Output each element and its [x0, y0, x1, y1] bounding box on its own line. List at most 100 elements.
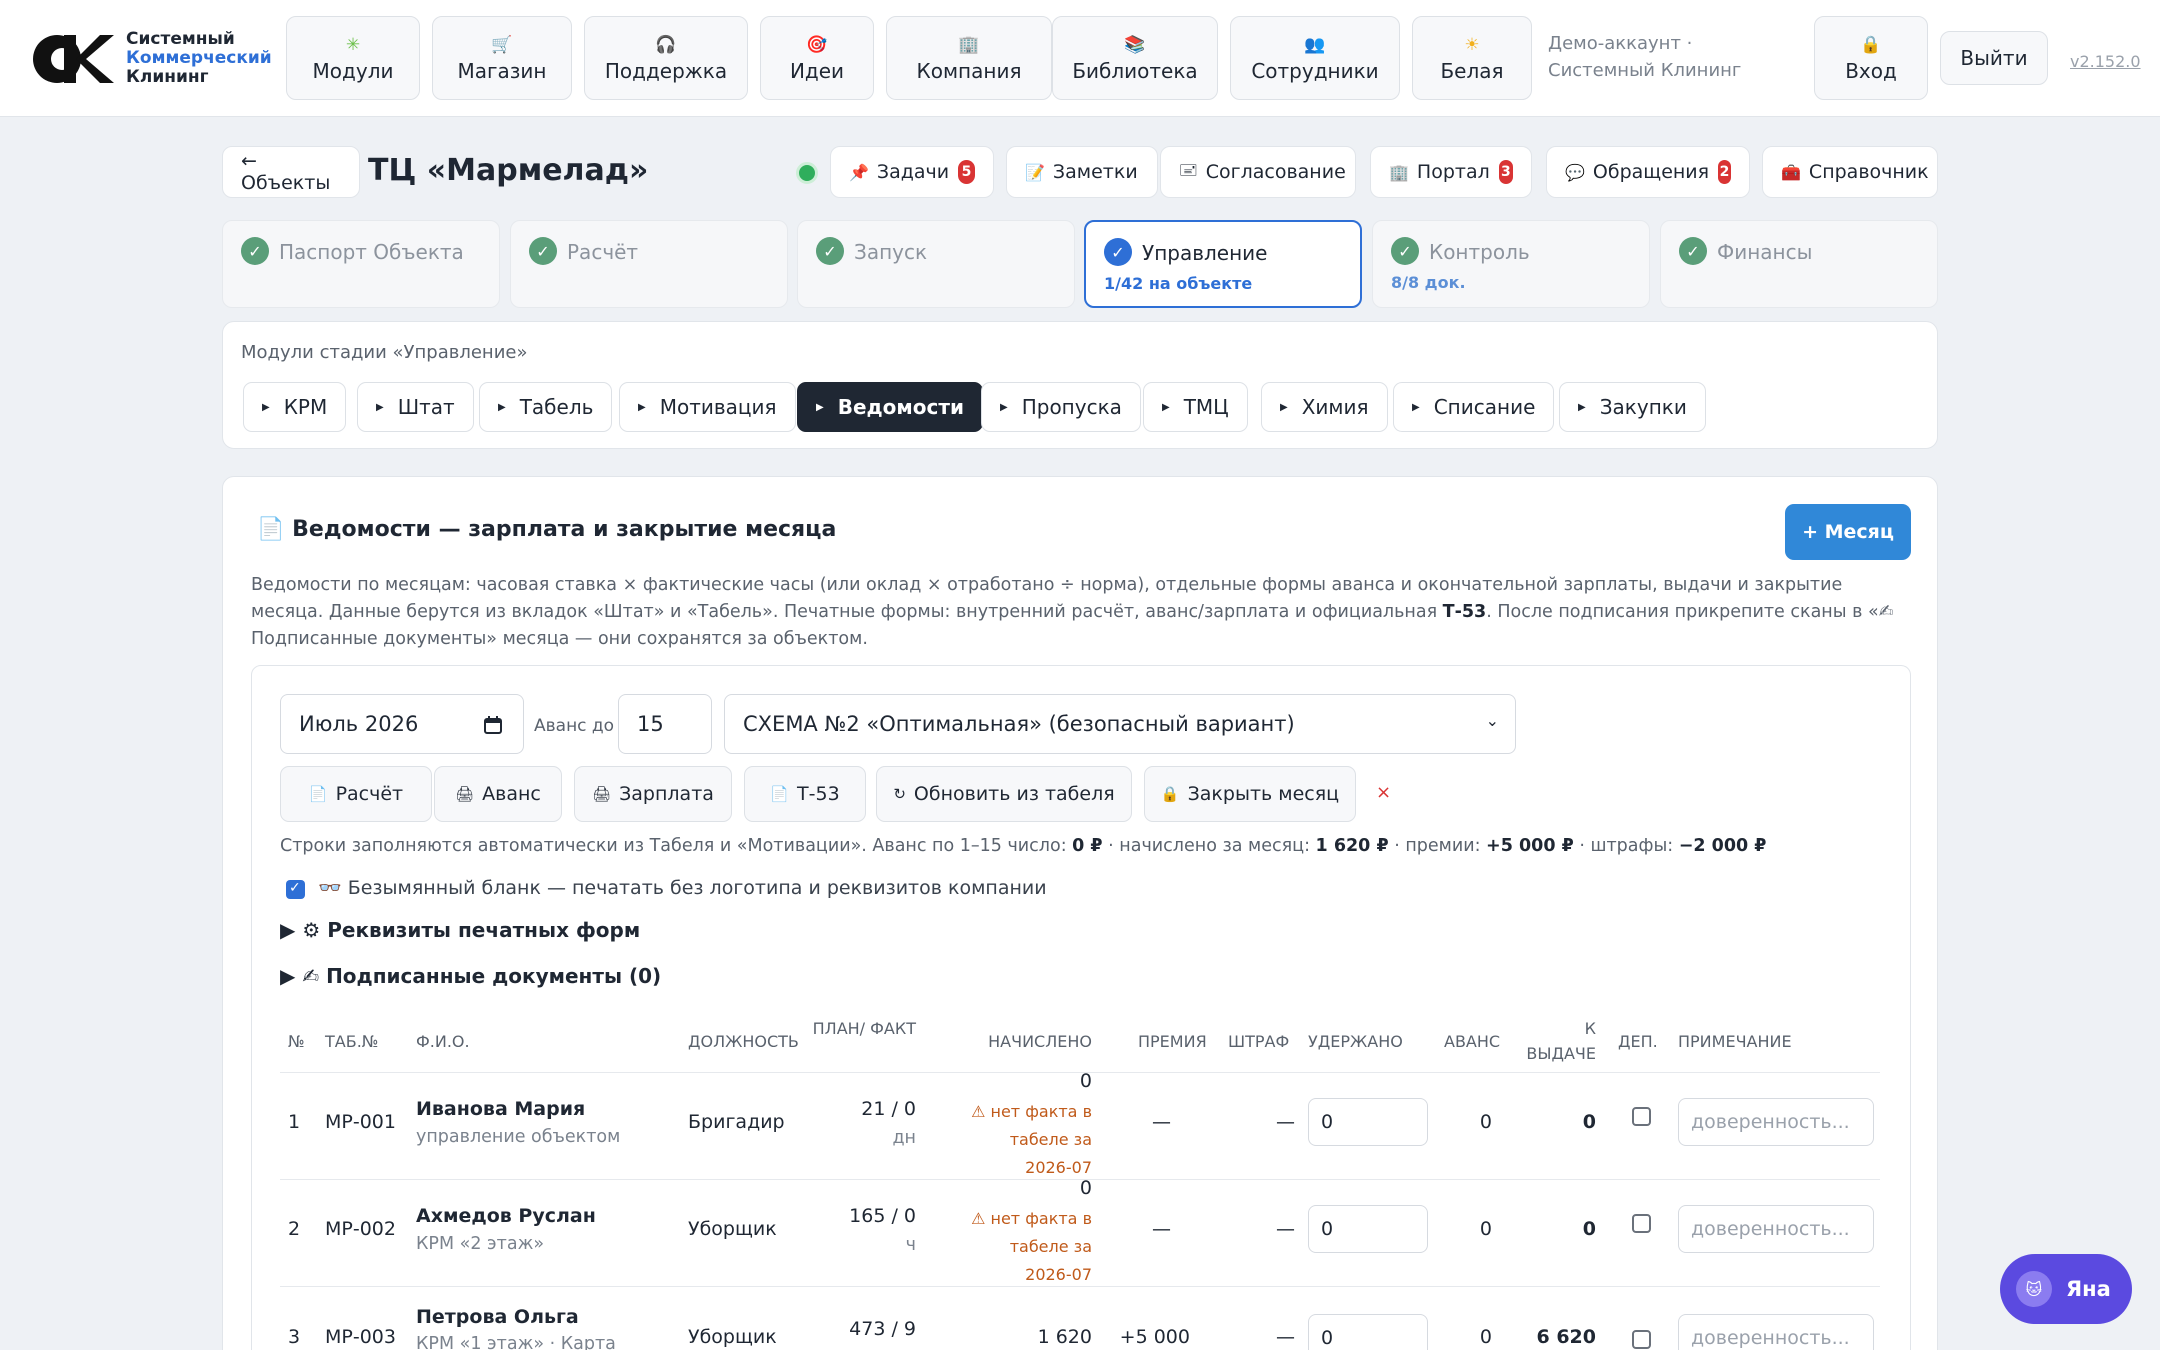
approval-button[interactable]: 🖃 Согласование: [1160, 146, 1356, 198]
withheld-input[interactable]: 0: [1308, 1205, 1428, 1253]
nav-company[interactable]: 🏢 Компания: [886, 16, 1052, 100]
logout-button[interactable]: Выйти: [1940, 31, 2048, 85]
assistant-label: Яна: [2066, 1277, 2111, 1301]
triangle-icon: ▶: [262, 401, 270, 413]
stage-launch[interactable]: ✓ Запуск: [797, 220, 1075, 308]
row-warning: ⚠ нет факта в табеле за 2026-07: [912, 1098, 1092, 1182]
payroll-title: 📄 Ведомости — зарплата и закрытие месяца: [257, 517, 836, 542]
scheme-select[interactable]: СХЕМА №2 «Оптимальная» (безопасный вариа…: [724, 694, 1516, 754]
company-logo[interactable]: Системный Коммерческий Клининг: [30, 30, 272, 87]
row-tab: МР-002: [325, 1218, 396, 1240]
module-motivation[interactable]: ▶ Мотивация: [619, 382, 796, 432]
module-label: Ведомости: [837, 395, 964, 419]
blank-form-checkbox[interactable]: [286, 880, 305, 899]
stamp-icon: 🖃: [1179, 159, 1198, 179]
notes-button[interactable]: 📝 Заметки: [1006, 146, 1158, 198]
note-input[interactable]: доверенность...: [1678, 1205, 1874, 1253]
module-chemistry[interactable]: ▶ Химия: [1261, 382, 1388, 432]
payroll-summary: Строки заполняются автоматически из Табе…: [280, 836, 1766, 856]
module-tmc[interactable]: ▶ ТМЦ: [1143, 382, 1248, 432]
module-timesheet[interactable]: ▶ Табель: [479, 382, 613, 432]
summary-mid3: · штрафы:: [1573, 836, 1679, 856]
module-staff[interactable]: ▶ Штат: [357, 382, 474, 432]
row-avans: 0: [1479, 1326, 1492, 1348]
note-input[interactable]: доверенность...: [1678, 1314, 1874, 1350]
theme-toggle[interactable]: ☀ Белая: [1412, 16, 1532, 100]
stage-management-label: Управление: [1142, 241, 1268, 265]
requests-button[interactable]: 💬 Обращения 2: [1546, 146, 1750, 198]
withheld-input[interactable]: 0: [1308, 1314, 1428, 1350]
deposit-checkbox[interactable]: [1632, 1330, 1651, 1349]
calc-print-button[interactable]: 📄 Расчёт: [280, 766, 432, 822]
nav-ideas-label: Идеи: [789, 58, 845, 83]
stage-control-label: Контроль: [1429, 240, 1530, 264]
portal-button[interactable]: 🏢 Портал 3: [1370, 146, 1532, 198]
row-accrued: 0: [1079, 1070, 1092, 1092]
nav-employees[interactable]: 👥 Сотрудники: [1230, 16, 1400, 100]
row-num: 1: [288, 1111, 301, 1133]
row-payout: 0: [1582, 1111, 1596, 1133]
reference-button[interactable]: 🧰 Справочник: [1762, 146, 1938, 198]
stage-management[interactable]: ✓ Управление 1/42 на объекте: [1084, 220, 1362, 308]
payroll-title-text: Ведомости — зарплата и закрытие месяца: [292, 517, 837, 542]
add-month-button[interactable]: + Месяц: [1785, 504, 1911, 560]
blank-form-label: 👓 Безымянный бланк — печатать без логоти…: [318, 877, 1047, 899]
summary-bonus: +5 000 ₽: [1486, 836, 1574, 856]
tasks-button[interactable]: 📌 Задачи 5: [830, 146, 994, 198]
module-label: ТМЦ: [1183, 395, 1229, 419]
print-requisites-toggle[interactable]: ▶ ⚙ Реквизиты печатных форм: [280, 918, 640, 942]
row-unit: дн: [892, 1128, 916, 1148]
avans-label: Аванс до: [534, 716, 615, 736]
nav-library[interactable]: 📚 Библиотека: [1052, 16, 1218, 100]
stage-control-sub: 8/8 док.: [1391, 273, 1466, 292]
note-input[interactable]: доверенность...: [1678, 1098, 1874, 1146]
nav-shop[interactable]: 🛒 Магазин: [432, 16, 572, 100]
signed-docs-toggle[interactable]: ▶ ✍ Подписанные документы (0): [280, 964, 661, 988]
nav-support[interactable]: 🎧 Поддержка: [584, 16, 748, 100]
row-position: Уборщик: [688, 1218, 777, 1240]
row-fine: —: [1276, 1326, 1295, 1348]
salary-print-button[interactable]: 🖨 Зарплата: [574, 766, 732, 822]
stage-launch-label: Запуск: [854, 240, 928, 264]
stage-passport[interactable]: ✓ Паспорт Объекта: [222, 220, 500, 308]
theme-toggle-label: Белая: [1440, 58, 1504, 83]
module-payroll[interactable]: ▶ Ведомости: [797, 382, 983, 432]
withheld-input[interactable]: 0: [1308, 1098, 1428, 1146]
avans-day-input[interactable]: 15: [618, 694, 712, 754]
triangle-icon: ▶: [376, 401, 384, 413]
row-tab: МР-001: [325, 1111, 396, 1133]
deposit-checkbox[interactable]: [1632, 1214, 1651, 1233]
triangle-icon: ▶: [816, 401, 824, 413]
stage-calculation[interactable]: ✓ Расчёт: [510, 220, 788, 308]
stage-passport-label: Паспорт Объекта: [279, 240, 464, 264]
triangle-icon: ▶: [1162, 401, 1170, 413]
close-month-button[interactable]: 🔒 Закрыть месяц: [1144, 766, 1356, 822]
module-passes[interactable]: ▶ Пропуска: [981, 382, 1141, 432]
assistant-button[interactable]: 🐱 Яна: [2000, 1254, 2132, 1324]
warning-period: 2026-07: [1025, 1265, 1092, 1284]
delete-month-icon[interactable]: ×: [1376, 782, 1391, 803]
module-label: Закупки: [1599, 395, 1687, 419]
version-link[interactable]: v2.152.0: [2070, 52, 2141, 71]
module-purchases[interactable]: ▶ Закупки: [1559, 382, 1706, 432]
module-krm[interactable]: ▶ КРМ: [243, 382, 347, 432]
summary-mid2: · премии:: [1388, 836, 1487, 856]
login-button[interactable]: 🔒 Вход: [1814, 16, 1928, 100]
month-picker[interactable]: Июль 2026: [280, 694, 524, 754]
tasks-label: Задачи: [876, 161, 950, 183]
nav-ideas[interactable]: 🎯 Идеи: [760, 16, 874, 100]
portal-label: Портал: [1416, 161, 1490, 183]
stage-finance[interactable]: ✓ Финансы: [1660, 220, 1938, 308]
refresh-from-timesheet-button[interactable]: ↻ Обновить из табеля: [876, 766, 1132, 822]
t53-print-button[interactable]: 📄 Т-53: [744, 766, 866, 822]
scheme-value: СХЕМА №2 «Оптимальная» (безопасный вариа…: [743, 712, 1295, 736]
module-writeoff[interactable]: ▶ Списание: [1393, 382, 1555, 432]
deposit-checkbox[interactable]: [1632, 1107, 1651, 1126]
nav-modules[interactable]: ✳ Модули: [286, 16, 420, 100]
close-month-label: Закрыть месяц: [1187, 783, 1340, 805]
stage-control[interactable]: ✓ Контроль 8/8 док.: [1372, 220, 1650, 308]
row-name: Иванова Мария: [416, 1098, 586, 1120]
back-to-objects-button[interactable]: ← Объекты: [222, 146, 360, 198]
headphones-icon: 🎧: [655, 34, 677, 55]
avans-print-button[interactable]: 🖨 Аванс: [434, 766, 562, 822]
